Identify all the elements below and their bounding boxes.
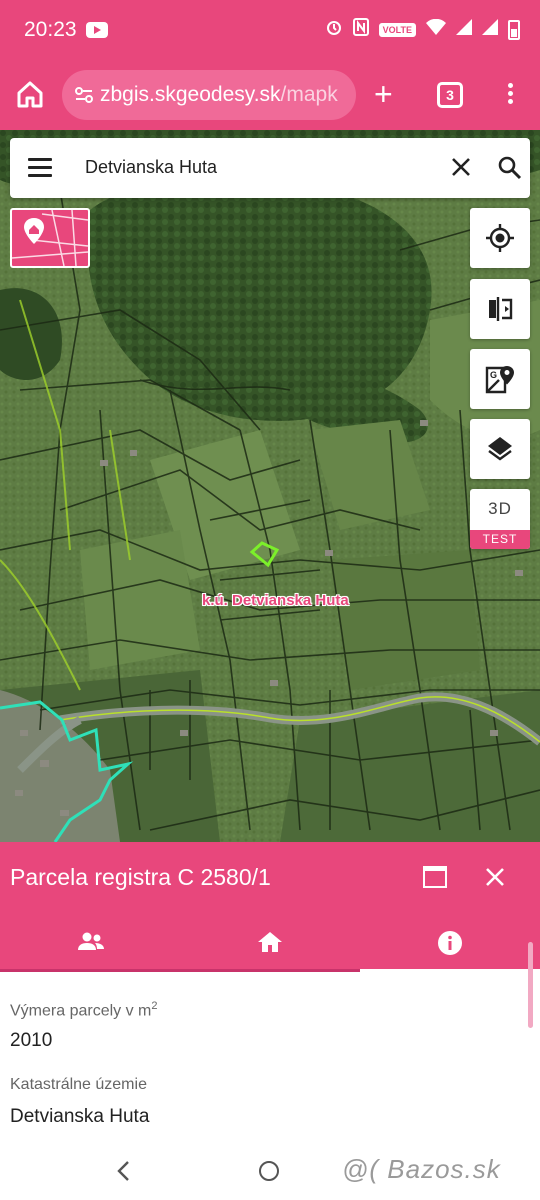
site-settings-icon[interactable] — [74, 85, 94, 105]
area-label: Výmera parcely v m2 — [10, 1000, 158, 1020]
house-icon — [258, 932, 282, 952]
youtube-icon — [86, 22, 108, 38]
new-tab-icon[interactable]: + — [374, 78, 393, 110]
back-icon[interactable] — [116, 1160, 130, 1182]
signal-icon — [456, 19, 472, 40]
tab-owners[interactable] — [0, 912, 180, 972]
status-time: 20:23 — [24, 18, 77, 41]
3d-view-button[interactable]: 3D TEST — [470, 489, 530, 549]
svg-text:G: G — [490, 370, 497, 380]
search-input[interactable]: Detvianska Huta — [85, 157, 217, 178]
url-path: /mapk — [280, 83, 338, 106]
alarm-icon — [325, 18, 343, 41]
clear-search-icon[interactable] — [448, 154, 474, 180]
tab-switcher-button[interactable]: 3 — [437, 82, 463, 108]
url-host: zbgis.skgeodesy.sk — [100, 83, 281, 106]
nfc-icon — [352, 18, 369, 41]
3d-label: 3D — [488, 499, 512, 518]
watermark: @( Bazos.sk — [342, 1154, 501, 1184]
territory-label: Katastrálne územie — [10, 1076, 147, 1093]
map-search-bar: Detvianska Huta — [10, 138, 530, 198]
test-badge: TEST — [470, 530, 530, 549]
tab-info[interactable] — [360, 912, 540, 972]
info-icon — [438, 931, 462, 955]
url-text: zbgis.skgeodesy.sk/mapk — [100, 83, 338, 107]
signal-icon-2 — [482, 19, 498, 40]
gps-target-icon — [486, 224, 514, 252]
maximize-icon[interactable] — [423, 866, 447, 888]
territory-value: Detvianska Huta — [10, 1106, 150, 1127]
hamburger-menu-icon[interactable] — [28, 158, 52, 178]
basemap-switcher-thumbnail[interactable] — [10, 208, 90, 268]
area-label-text: Výmera parcely v m — [10, 1002, 152, 1020]
layers-button[interactable] — [470, 419, 530, 479]
search-icon[interactable] — [496, 154, 524, 182]
area-label-sup: 2 — [151, 1000, 158, 1012]
browser-toolbar: zbgis.skgeodesy.sk/mapk + 3 — [0, 62, 540, 130]
address-bar[interactable]: zbgis.skgeodesy.sk/mapk — [62, 70, 356, 120]
home-button-icon[interactable] — [259, 1161, 279, 1181]
my-location-button[interactable] — [470, 208, 530, 268]
tab-building[interactable] — [180, 912, 360, 972]
parcel-tabs — [0, 912, 540, 972]
area-value: 2010 — [10, 1030, 53, 1051]
wifi-icon — [426, 18, 446, 40]
parcel-panel-header: Parcela registra C 2580/1 — [0, 842, 540, 912]
compare-maps-button[interactable] — [470, 279, 530, 339]
compare-icon — [489, 297, 513, 321]
volte-badge: VOLTE — [378, 22, 416, 37]
cadastral-area-label[interactable]: k.ú. Detvianska Huta — [202, 592, 349, 609]
parcel-title: Parcela registra C 2580/1 — [10, 864, 271, 890]
home-icon[interactable] — [14, 78, 46, 110]
status-bar: 20:23 VOLTE — [0, 0, 540, 62]
layers-icon — [488, 437, 512, 461]
google-map-icon: G — [485, 366, 514, 394]
more-menu-icon[interactable] — [500, 80, 520, 112]
battery-icon — [508, 19, 520, 40]
scrollbar[interactable] — [528, 942, 533, 1028]
google-maps-button[interactable]: G — [470, 349, 530, 409]
parcel-info-content: Výmera parcely v m2 2010 Katastrálne úze… — [0, 942, 540, 1142]
system-nav-bar: @( Bazos.sk — [0, 1142, 540, 1200]
status-icons: VOLTE — [325, 18, 520, 41]
people-icon — [78, 932, 104, 950]
screen: 20:23 VOLTE zbgis.skgeodesy.sk/mapk + 3 … — [0, 0, 540, 1200]
cadastre-map-icon — [12, 210, 88, 266]
close-icon[interactable] — [484, 866, 506, 888]
